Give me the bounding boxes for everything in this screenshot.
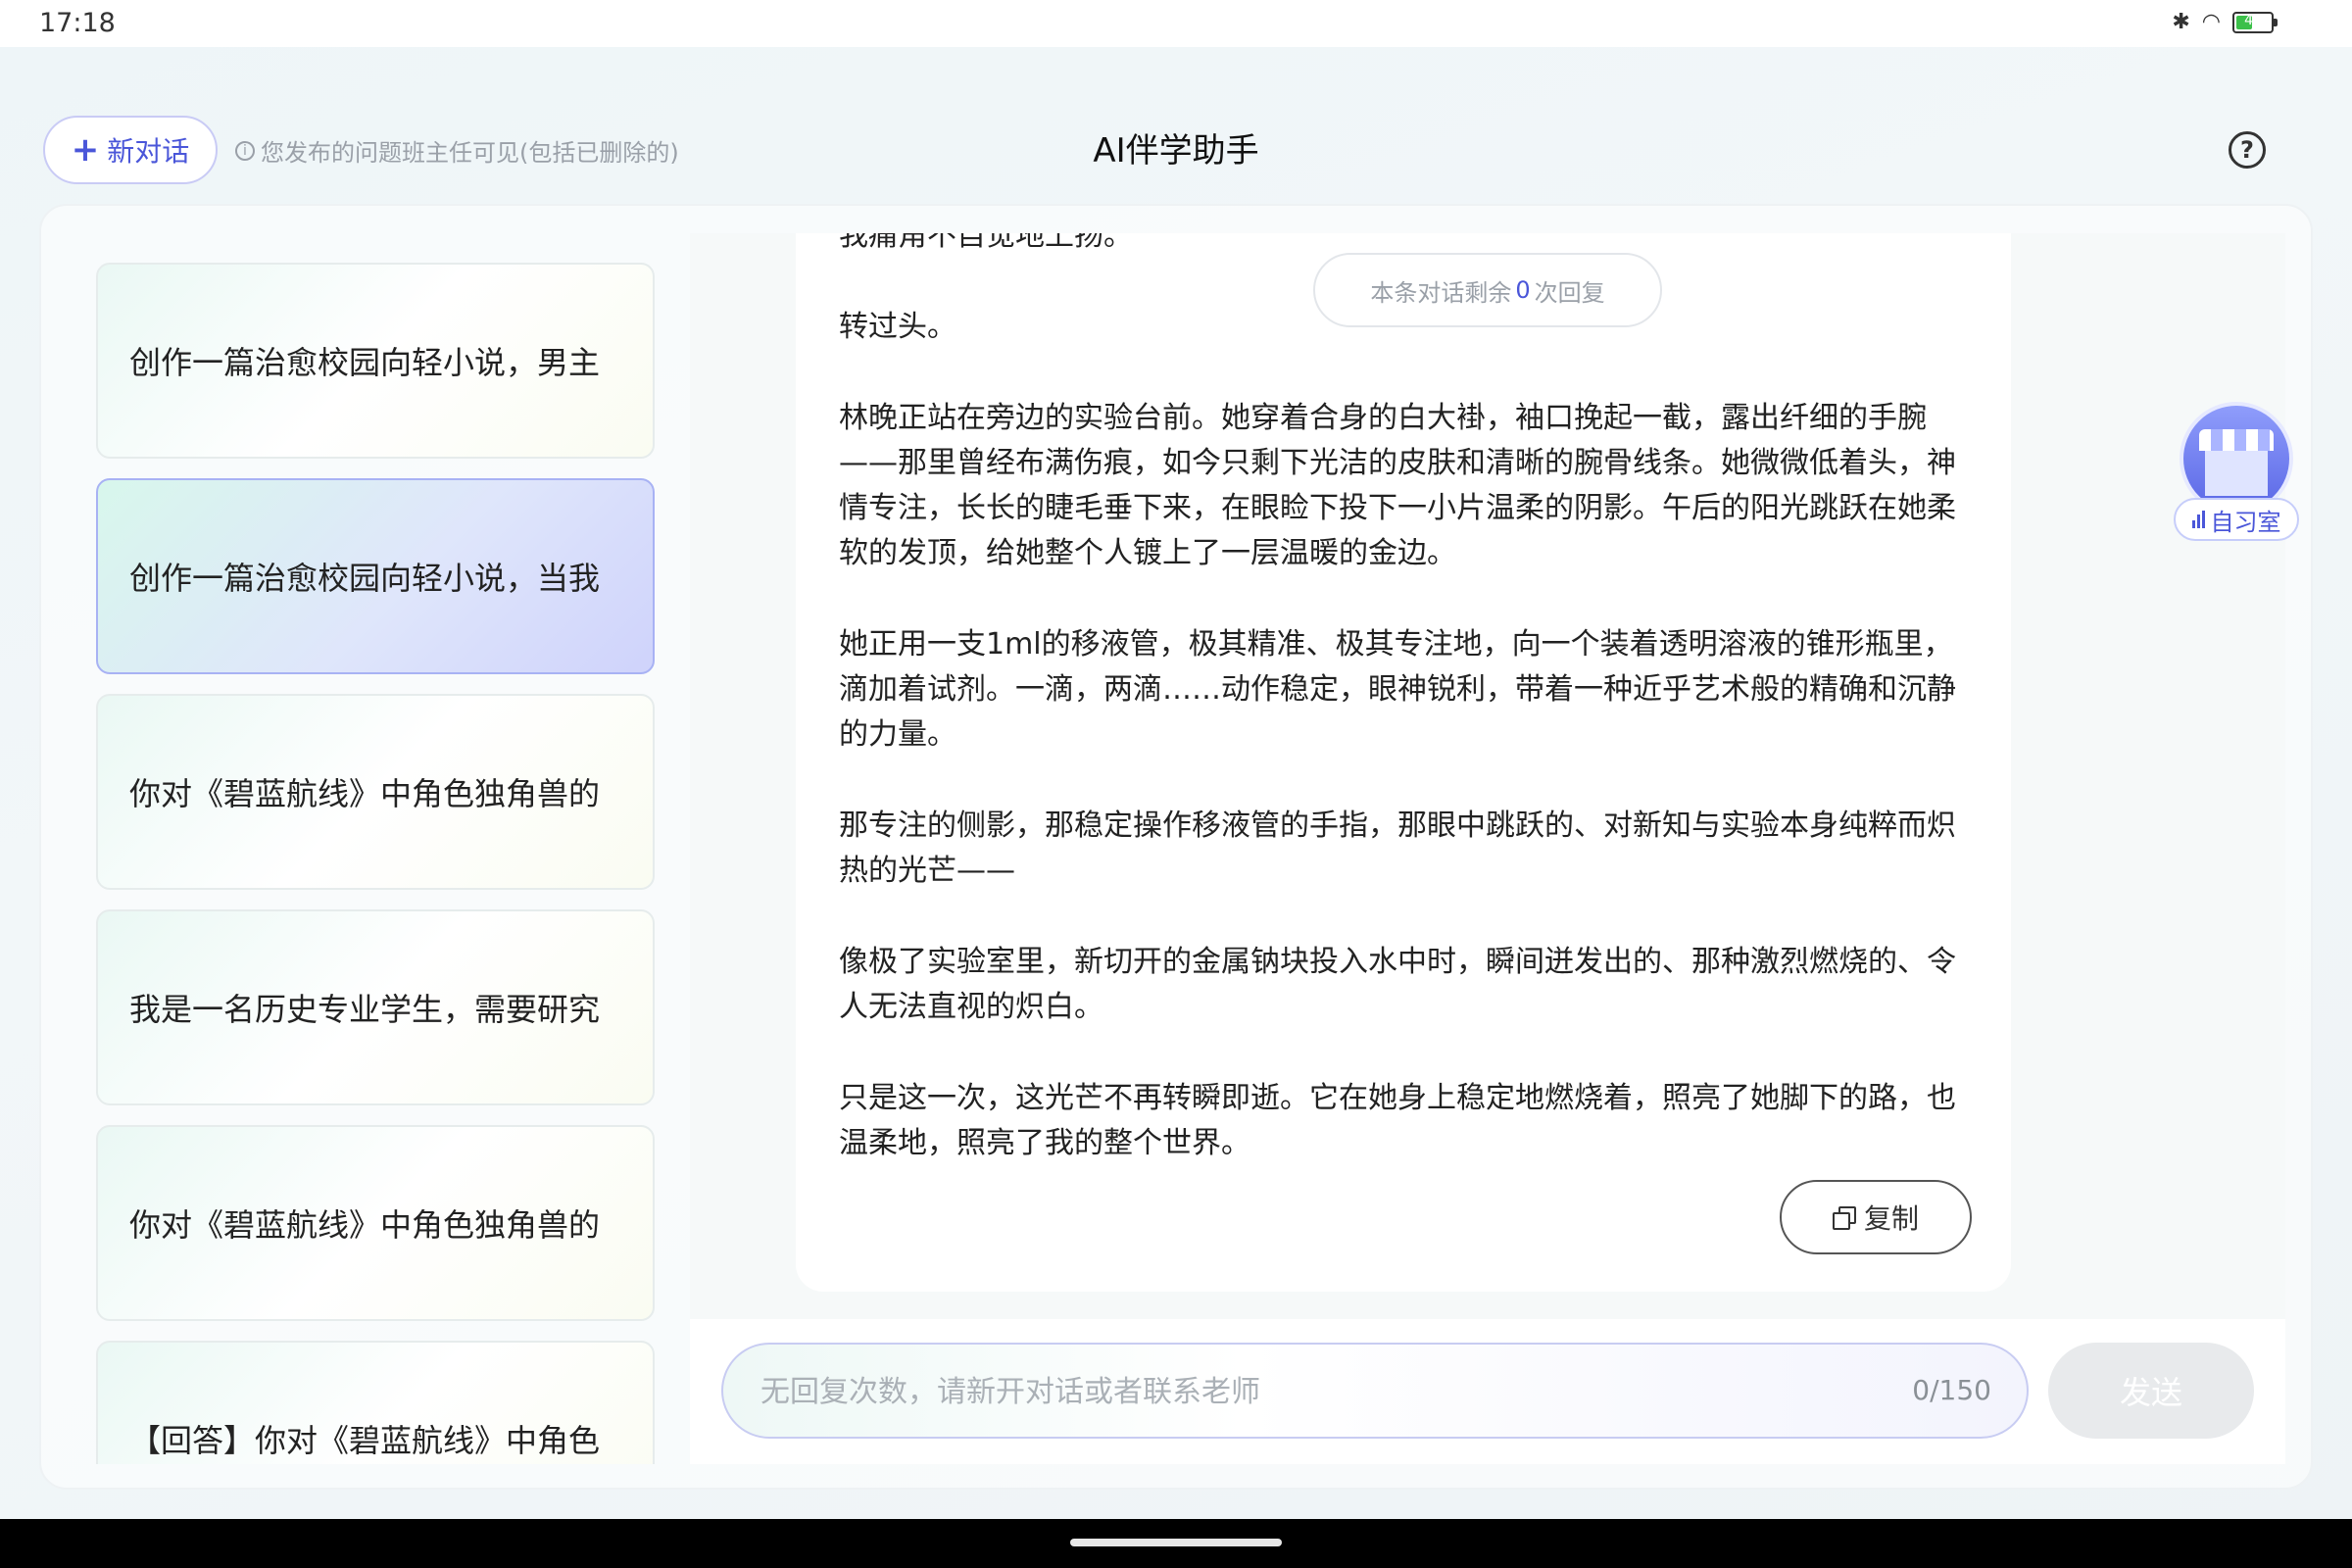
- response-paragraph: 林晚正站在旁边的实验台前。她穿着合身的白大褂，袖口挽起一截，露出纤细的手腕——那…: [839, 401, 1956, 570]
- response-paragraph: 像极了实验室里，新切开的金属钠块投入水中时，瞬间迸发出的、那种激烈燃烧的、令人无…: [839, 945, 1956, 1024]
- history-item-label: 创作一篇治愈校园向轻小说，男主: [129, 344, 601, 381]
- home-gesture-handle[interactable]: [1070, 1539, 1282, 1546]
- clock: 17:18: [39, 8, 116, 38]
- wifi-icon: ◠: [2201, 10, 2221, 34]
- history-item[interactable]: 你对《碧蓝航线》中角色独角兽的: [96, 694, 655, 890]
- store-shape: [2205, 451, 2268, 496]
- history-item-label: 我是一名历史专业学生，需要研究: [129, 991, 601, 1028]
- history-item-label: 【回答】你对《碧蓝航线》中角色: [129, 1422, 601, 1459]
- system-nav-bar: [0, 1519, 2352, 1568]
- remaining-suffix: 次回复: [1534, 278, 1605, 307]
- remaining-prefix: 本条对话剩余: [1370, 278, 1512, 307]
- help-icon[interactable]: ?: [2229, 131, 2266, 169]
- status-bar: 17:18 ✱ ◠ 46: [0, 0, 2352, 47]
- response-paragraph: 她正用一支1ml的移液管，极其精准、极其专注地，向一个装着透明溶液的锥形瓶里，滴…: [839, 627, 1956, 752]
- battery-icon: 46: [2232, 11, 2278, 33]
- remaining-count: 0: [1515, 276, 1531, 304]
- response-text: 我痛角不自觉地上扬。 转过头。 林晚正站在旁边的实验台前。她穿着合身的白大褂，袖…: [839, 233, 1976, 1212]
- system-icons: ✱ ◠ 46: [2172, 10, 2278, 34]
- message-input[interactable]: [759, 1345, 1840, 1439]
- copy-icon: [1832, 1206, 1856, 1230]
- history-item-label: 你对《碧蓝航线》中角色独角兽的: [129, 1206, 601, 1244]
- bluetooth-icon: ✱: [2172, 10, 2190, 34]
- copy-button[interactable]: 复制: [1780, 1180, 1972, 1254]
- study-room-label: 自习室: [2174, 498, 2299, 541]
- conversation-history[interactable]: 创作一篇治愈校园向轻小说，男主 创作一篇治愈校园向轻小说，当我 你对《碧蓝航线》…: [67, 233, 690, 1464]
- response-paragraph: 那专注的侧影，那稳定操作移液管的手指，那眼中跳跃的、对新知与实验本身纯粹而炽热的…: [839, 808, 1956, 888]
- remaining-replies-badge: 本条对话剩余 0 次回复: [1313, 253, 1662, 327]
- ai-response-bubble: 我痛角不自觉地上扬。 转过头。 林晚正站在旁边的实验台前。她穿着合身的白大褂，袖…: [796, 233, 2011, 1292]
- history-item-label: 创作一篇治愈校园向轻小说，当我: [129, 560, 601, 597]
- history-item[interactable]: 【回答】你对《碧蓝航线》中角色: [96, 1341, 655, 1464]
- battery-level: 46: [2244, 12, 2262, 28]
- history-item-label: 你对《碧蓝航线》中角色独角兽的: [129, 775, 601, 812]
- awning-shape: [2199, 429, 2274, 451]
- history-item-active[interactable]: 创作一篇治愈校园向轻小说，当我: [96, 478, 655, 674]
- response-paragraph: 只是这一次，这光芒不再转瞬即逝。它在她身上稳定地燃烧着，照亮了她脚下的路，也温柔…: [839, 1081, 1956, 1160]
- char-counter: 0/150: [1912, 1374, 1991, 1406]
- history-item[interactable]: 我是一名历史专业学生，需要研究: [96, 909, 655, 1105]
- history-item[interactable]: 你对《碧蓝航线》中角色独角兽的: [96, 1125, 655, 1321]
- study-room-button[interactable]: 自习室: [2174, 402, 2303, 549]
- bar-chart-icon: [2191, 511, 2205, 528]
- copy-label: 复制: [1863, 1202, 1919, 1235]
- page-title: AI伴学助手: [1093, 131, 1259, 171]
- send-button[interactable]: 发送: [2048, 1343, 2254, 1439]
- history-item[interactable]: 创作一篇治愈校园向轻小说，男主: [96, 263, 655, 459]
- message-input-container[interactable]: 0/150: [721, 1343, 2029, 1439]
- study-room-text: 自习室: [2210, 508, 2281, 536]
